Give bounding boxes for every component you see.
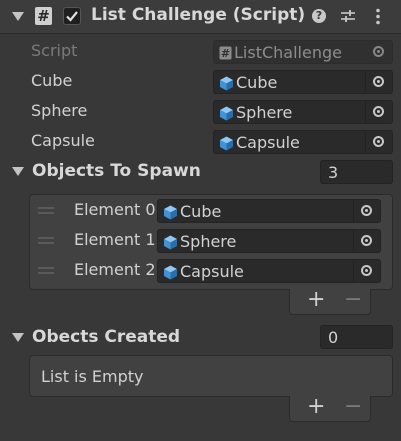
objects-created-size-value: 0	[328, 328, 339, 347]
element-2-object-field[interactable]: Capsule	[157, 259, 381, 283]
sphere-picker-button[interactable]	[365, 101, 392, 123]
cube-icon	[164, 265, 177, 280]
foldout-arrow-icon[interactable]	[12, 12, 24, 21]
drag-handle-icon[interactable]	[38, 237, 54, 244]
objects-created-foldout-icon[interactable]	[12, 333, 24, 342]
element-1-picker-button[interactable]	[353, 230, 380, 252]
empty-list-text: List is Empty	[41, 367, 144, 386]
sphere-object-field[interactable]: Sphere	[213, 100, 393, 124]
objects-created-size-field[interactable]: 0	[320, 325, 393, 349]
element-1-label: Element 1	[74, 230, 156, 249]
element-2-picker-button[interactable]	[353, 260, 380, 282]
help-icon[interactable]: ?	[312, 9, 326, 23]
cube-icon	[164, 205, 177, 220]
objects-to-spawn-add-button[interactable]: +	[307, 287, 325, 312]
objects-to-spawn-remove-button[interactable]: −	[344, 287, 362, 312]
objects-to-spawn-title[interactable]: Objects To Spawn	[32, 161, 201, 181]
script-hash-icon: #	[35, 7, 52, 25]
objects-created-list: List is Empty	[29, 355, 393, 397]
script-field-value: ListChallenge	[234, 43, 342, 62]
cube-picker-button[interactable]	[365, 71, 392, 93]
script-field: # ListChallenge	[213, 40, 393, 64]
element-0-picker-button[interactable]	[353, 200, 380, 222]
svg-text:#: #	[221, 47, 230, 60]
drag-handle-icon[interactable]	[38, 207, 54, 214]
capsule-object-field[interactable]: Capsule	[213, 130, 393, 154]
cube-icon	[220, 76, 233, 91]
script-picker	[366, 41, 392, 63]
element-1-value: Sphere	[180, 232, 237, 251]
objects-created-remove-button[interactable]: −	[344, 394, 362, 419]
checkmark-icon	[66, 11, 78, 22]
element-2-value: Capsule	[180, 262, 244, 281]
element-2-label-clip: Element 2	[74, 260, 156, 282]
objects-created-add-button[interactable]: +	[307, 394, 325, 419]
objects-to-spawn-foldout-icon[interactable]	[12, 167, 24, 176]
element-1-object-field[interactable]: Sphere	[157, 229, 381, 253]
capsule-label: Capsule	[31, 131, 95, 150]
element-0-object-field[interactable]: Cube	[157, 199, 381, 223]
element-0-label: Element 0	[74, 200, 156, 219]
cube-label: Cube	[31, 71, 73, 90]
more-options-icon[interactable]	[375, 8, 381, 25]
cube-icon	[220, 136, 233, 151]
objects-created-title[interactable]: Obects Created	[32, 327, 180, 347]
element-2-label: Element 2	[74, 260, 156, 279]
component-enabled-checkbox[interactable]	[63, 7, 81, 25]
cube-object-field[interactable]: Cube	[213, 70, 393, 94]
script-file-icon: #	[219, 46, 232, 60]
element-1-label-clip: Element 1	[74, 230, 156, 252]
presets-sliders-icon[interactable]	[340, 8, 356, 24]
objects-to-spawn-size-field[interactable]: 3	[320, 160, 393, 184]
element-0-label-clip: Element 0	[74, 200, 156, 222]
cube-icon	[164, 235, 177, 250]
element-0-value: Cube	[180, 202, 222, 221]
drag-handle-icon[interactable]	[38, 267, 54, 274]
cube-icon	[220, 106, 233, 121]
script-label: Script	[31, 41, 78, 60]
sphere-field-value: Sphere	[236, 103, 293, 122]
component-title: List Challenge (Script)	[91, 5, 306, 25]
capsule-field-value: Capsule	[236, 133, 300, 152]
cube-field-value: Cube	[236, 73, 278, 92]
sphere-label: Sphere	[31, 101, 88, 120]
objects-to-spawn-size-value: 3	[328, 163, 339, 182]
capsule-picker-button[interactable]	[365, 131, 392, 153]
